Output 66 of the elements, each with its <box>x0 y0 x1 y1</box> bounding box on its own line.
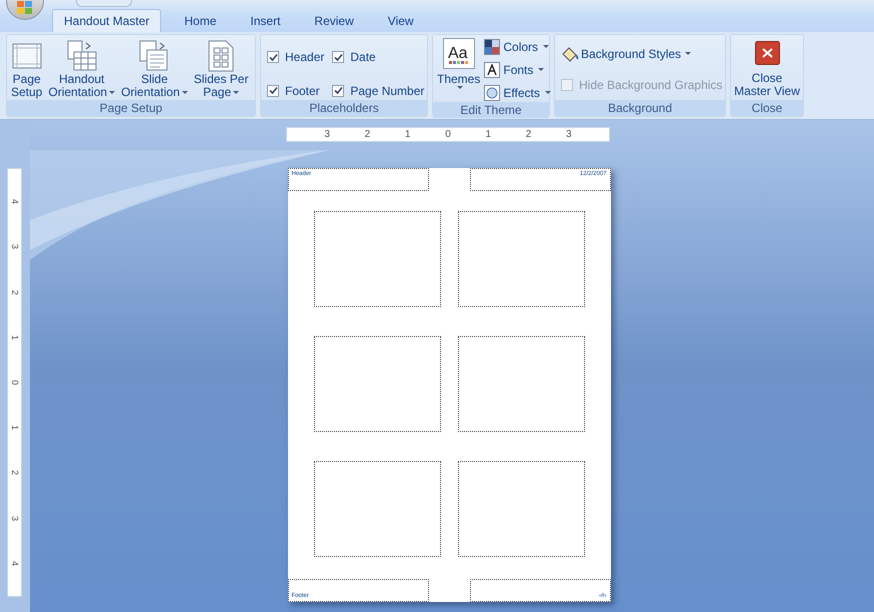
caret-icon <box>685 52 692 56</box>
theme-option[interactable]: Fonts <box>484 61 551 79</box>
ruler-number: 4 <box>10 560 19 566</box>
office-logo-icon <box>17 1 33 15</box>
font-letter-icon <box>484 62 500 78</box>
caret-icon <box>456 86 463 90</box>
handout-pages-icon <box>66 40 98 72</box>
group-label: Edit Theme <box>433 102 549 118</box>
ruler-number: 3 <box>10 516 19 521</box>
ruler-number: 4 <box>10 199 19 204</box>
checkbox[interactable] <box>332 51 344 64</box>
ruler-number: 1 <box>404 130 410 140</box>
ribbon-tab[interactable]: Home <box>173 9 228 32</box>
ribbon-tab[interactable]: View <box>376 9 425 32</box>
ruler-number: 0 <box>10 380 19 385</box>
theme-option[interactable]: Effects <box>484 84 551 102</box>
button-label: Handout Orientation <box>48 73 116 99</box>
ruler-number: 2 <box>364 130 370 140</box>
group-label: Close <box>731 100 803 116</box>
slide-pages-icon <box>138 40 170 72</box>
checkbox[interactable] <box>267 84 279 97</box>
ruler-number: 2 <box>526 130 532 140</box>
ribbon-button[interactable]: Page Setup <box>11 39 42 99</box>
caret-icon <box>544 91 551 95</box>
group-label: Placeholders <box>261 100 427 116</box>
button-label: Page Setup <box>11 73 42 99</box>
themes-button[interactable]: Aa Themes <box>437 38 480 102</box>
ruler-number: 2 <box>10 470 19 476</box>
button-label: Slide Orientation <box>121 73 188 99</box>
checkbox[interactable] <box>267 51 279 64</box>
button-label: Slides Per Page <box>194 73 248 99</box>
paint-bucket-icon <box>561 46 579 62</box>
ruler-number: 1 <box>485 130 492 140</box>
checkbox[interactable] <box>332 84 344 97</box>
ruler-number: 0 <box>445 130 451 140</box>
theme-option[interactable]: Colors <box>484 38 551 56</box>
background-styles-button[interactable]: Background Styles <box>561 45 722 63</box>
ribbon-button[interactable]: Handout Orientation <box>48 39 116 99</box>
checkbox-label: Page Number <box>350 82 424 100</box>
ribbon-tab[interactable]: Handout Master <box>52 9 162 32</box>
page-setup-icon <box>12 43 42 69</box>
theme-sample-text: Aa <box>448 44 468 62</box>
ruler-number: 2 <box>10 290 19 295</box>
grid-page-icon <box>208 40 234 72</box>
checkbox-label: Date <box>350 49 376 66</box>
ruler-number: 3 <box>10 244 19 250</box>
circle-effect-icon <box>484 85 500 101</box>
ruler-number: 1 <box>10 334 19 340</box>
quick-access-toolbar <box>76 0 132 7</box>
ribbon-button[interactable]: Slides Per Page <box>194 39 248 99</box>
group-label: Background <box>555 100 725 116</box>
ruler-number: 1 <box>10 425 19 430</box>
color-squares-icon <box>484 39 500 55</box>
group-label: Page Setup <box>7 100 255 116</box>
ruler-number: 3 <box>566 130 572 140</box>
caret-icon <box>538 68 544 72</box>
close-icon <box>754 41 780 65</box>
ribbon-button[interactable]: Slide Orientation <box>121 39 188 99</box>
checkbox-label: Header <box>285 49 324 66</box>
ribbon-tab[interactable]: Insert <box>239 9 292 32</box>
ruler-number: 3 <box>324 130 330 140</box>
close-master-view-button[interactable]: Close Master View <box>731 35 803 100</box>
checkbox-label: Hide Background Graphics <box>579 77 722 94</box>
ribbon-tab[interactable]: Review <box>303 9 365 32</box>
caret-icon <box>543 45 550 49</box>
checkbox-label: Footer <box>285 82 320 100</box>
